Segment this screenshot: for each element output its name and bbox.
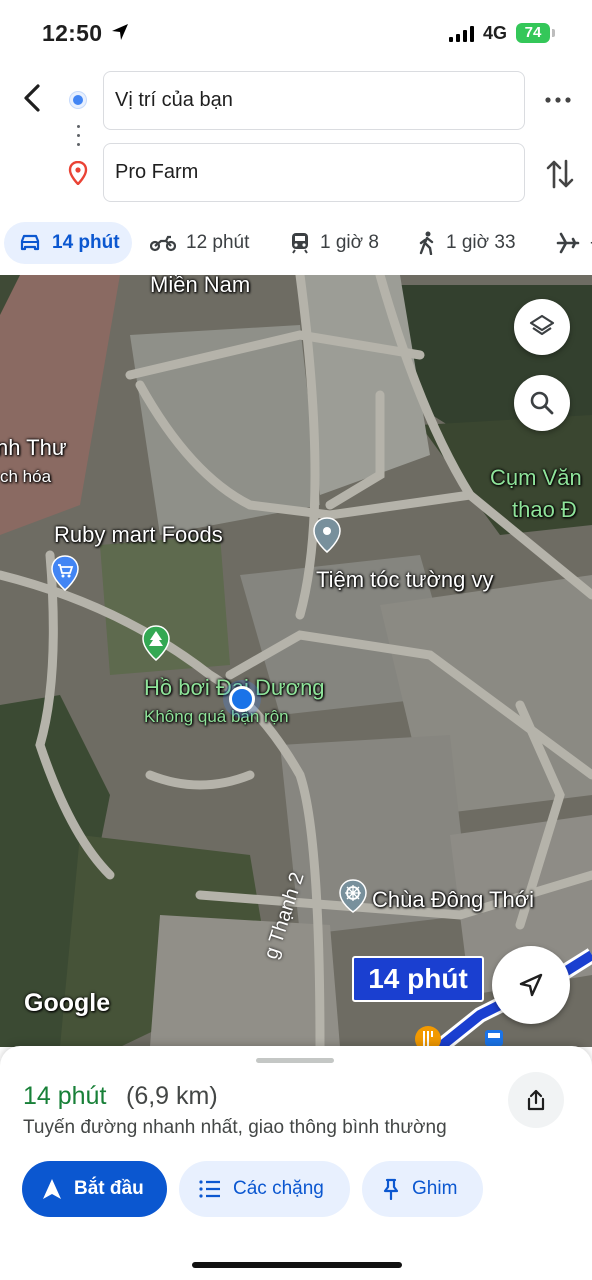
travel-modes: 14 phút 12 phút 1 giờ 8 1 giờ 33 - — [0, 222, 592, 268]
map-label-thu[interactable]: nh Thư — [0, 435, 67, 461]
route-bottom-sheet[interactable]: 14 phút (6,9 km) Tuyến đường nhanh nhất,… — [0, 1046, 592, 1280]
map-label-khong-qua-ban-ron: Không quá bận rộn — [144, 707, 289, 726]
swap-route-icon[interactable] — [545, 157, 575, 191]
mode-motorbike-tab[interactable]: 12 phút — [150, 222, 249, 264]
back-arrow-icon[interactable] — [16, 80, 48, 116]
share-icon — [527, 1089, 545, 1111]
bus-stop-icon[interactable] — [484, 1029, 504, 1047]
map-label-tiem-toc[interactable]: Tiệm tóc tường vy — [316, 567, 494, 593]
search-icon — [530, 391, 554, 415]
network-type: 4G — [483, 23, 508, 43]
mode-transit-label: 1 giờ 8 — [320, 232, 379, 253]
route-description: Tuyến đường nhanh nhất, giao thông bình … — [23, 1117, 447, 1138]
park-pin-icon[interactable] — [141, 625, 171, 661]
status-bar: 12:50 4G 74 — [0, 0, 592, 66]
battery-indicator: 74 — [516, 23, 550, 43]
destination-input[interactable]: Pro Farm — [103, 143, 525, 202]
map-label-thao[interactable]: thao Đ — [512, 497, 577, 523]
status-time: 12:50 — [42, 20, 103, 46]
map-label-mien-nam[interactable]: Miền Nam — [150, 275, 250, 298]
motorbike-icon — [150, 235, 176, 252]
navigation-arrow-icon — [519, 973, 543, 997]
sheet-drag-handle[interactable] — [256, 1058, 334, 1063]
shopping-cart-pin-icon[interactable] — [50, 555, 80, 591]
origin-input[interactable]: Vị trí của bạn — [103, 71, 525, 130]
more-options-icon[interactable] — [543, 88, 573, 112]
home-indicator — [192, 1262, 402, 1268]
signal-icon — [449, 26, 474, 42]
route-dots-icon — [77, 125, 80, 149]
recenter-button[interactable] — [492, 946, 570, 1024]
mode-drive-tab[interactable]: 14 phút — [4, 222, 132, 264]
train-icon — [292, 233, 308, 254]
list-icon — [199, 1180, 220, 1198]
map-label-chua[interactable]: Chùa Đông Thới — [372, 887, 534, 913]
map-view[interactable]: Miền Nam nh Thư ch hóa Ruby mart Foods T… — [0, 275, 592, 1047]
start-label: Bắt đầu — [74, 1178, 144, 1199]
airplane-icon — [556, 232, 580, 254]
pin-button[interactable]: Ghim — [362, 1161, 483, 1217]
temple-pin-icon[interactable] — [338, 879, 368, 913]
current-location-dot — [229, 686, 255, 712]
layers-button[interactable] — [514, 299, 570, 355]
search-along-route-button[interactable] — [514, 375, 570, 431]
start-navigation-button[interactable]: Bắt đầu — [22, 1161, 167, 1217]
map-label-ruby-mart[interactable]: Ruby mart Foods — [54, 522, 223, 548]
origin-dot-icon — [70, 92, 86, 108]
mode-transit-tab[interactable]: 1 giờ 8 — [290, 222, 379, 264]
battery-tip — [552, 29, 555, 37]
share-button[interactable] — [508, 1072, 564, 1128]
pin-label: Ghim — [412, 1178, 458, 1199]
route-distance: (6,9 km) — [126, 1082, 218, 1110]
mode-walk-label: 1 giờ 33 — [446, 232, 516, 253]
stops-label: Các chặng — [233, 1178, 324, 1199]
satellite-imagery — [0, 275, 592, 1047]
mode-walk-tab[interactable]: 1 giờ 33 — [418, 222, 516, 264]
google-logo: Google — [24, 989, 111, 1017]
mode-motorbike-label: 12 phút — [186, 232, 250, 253]
route-eta: 14 phút — [23, 1082, 107, 1110]
stops-button[interactable]: Các chặng — [179, 1161, 350, 1217]
place-pin-icon[interactable] — [312, 517, 342, 553]
mode-drive-label: 14 phút — [52, 232, 120, 253]
map-label-cum-van[interactable]: Cụm Văn — [490, 465, 582, 491]
destination-pin-icon — [68, 161, 88, 185]
map-label-tap-hoa[interactable]: ch hóa — [0, 467, 51, 487]
layers-icon — [529, 314, 555, 336]
route-eta-badge[interactable]: 14 phút — [352, 956, 484, 1002]
navigation-icon — [43, 1179, 61, 1199]
car-icon — [20, 234, 40, 251]
location-arrow-icon — [112, 24, 128, 40]
mode-flight-tab[interactable]: - — [556, 222, 592, 264]
pushpin-icon — [383, 1178, 399, 1200]
restaurant-pin-icon[interactable] — [414, 1025, 442, 1047]
walk-icon — [419, 231, 434, 255]
